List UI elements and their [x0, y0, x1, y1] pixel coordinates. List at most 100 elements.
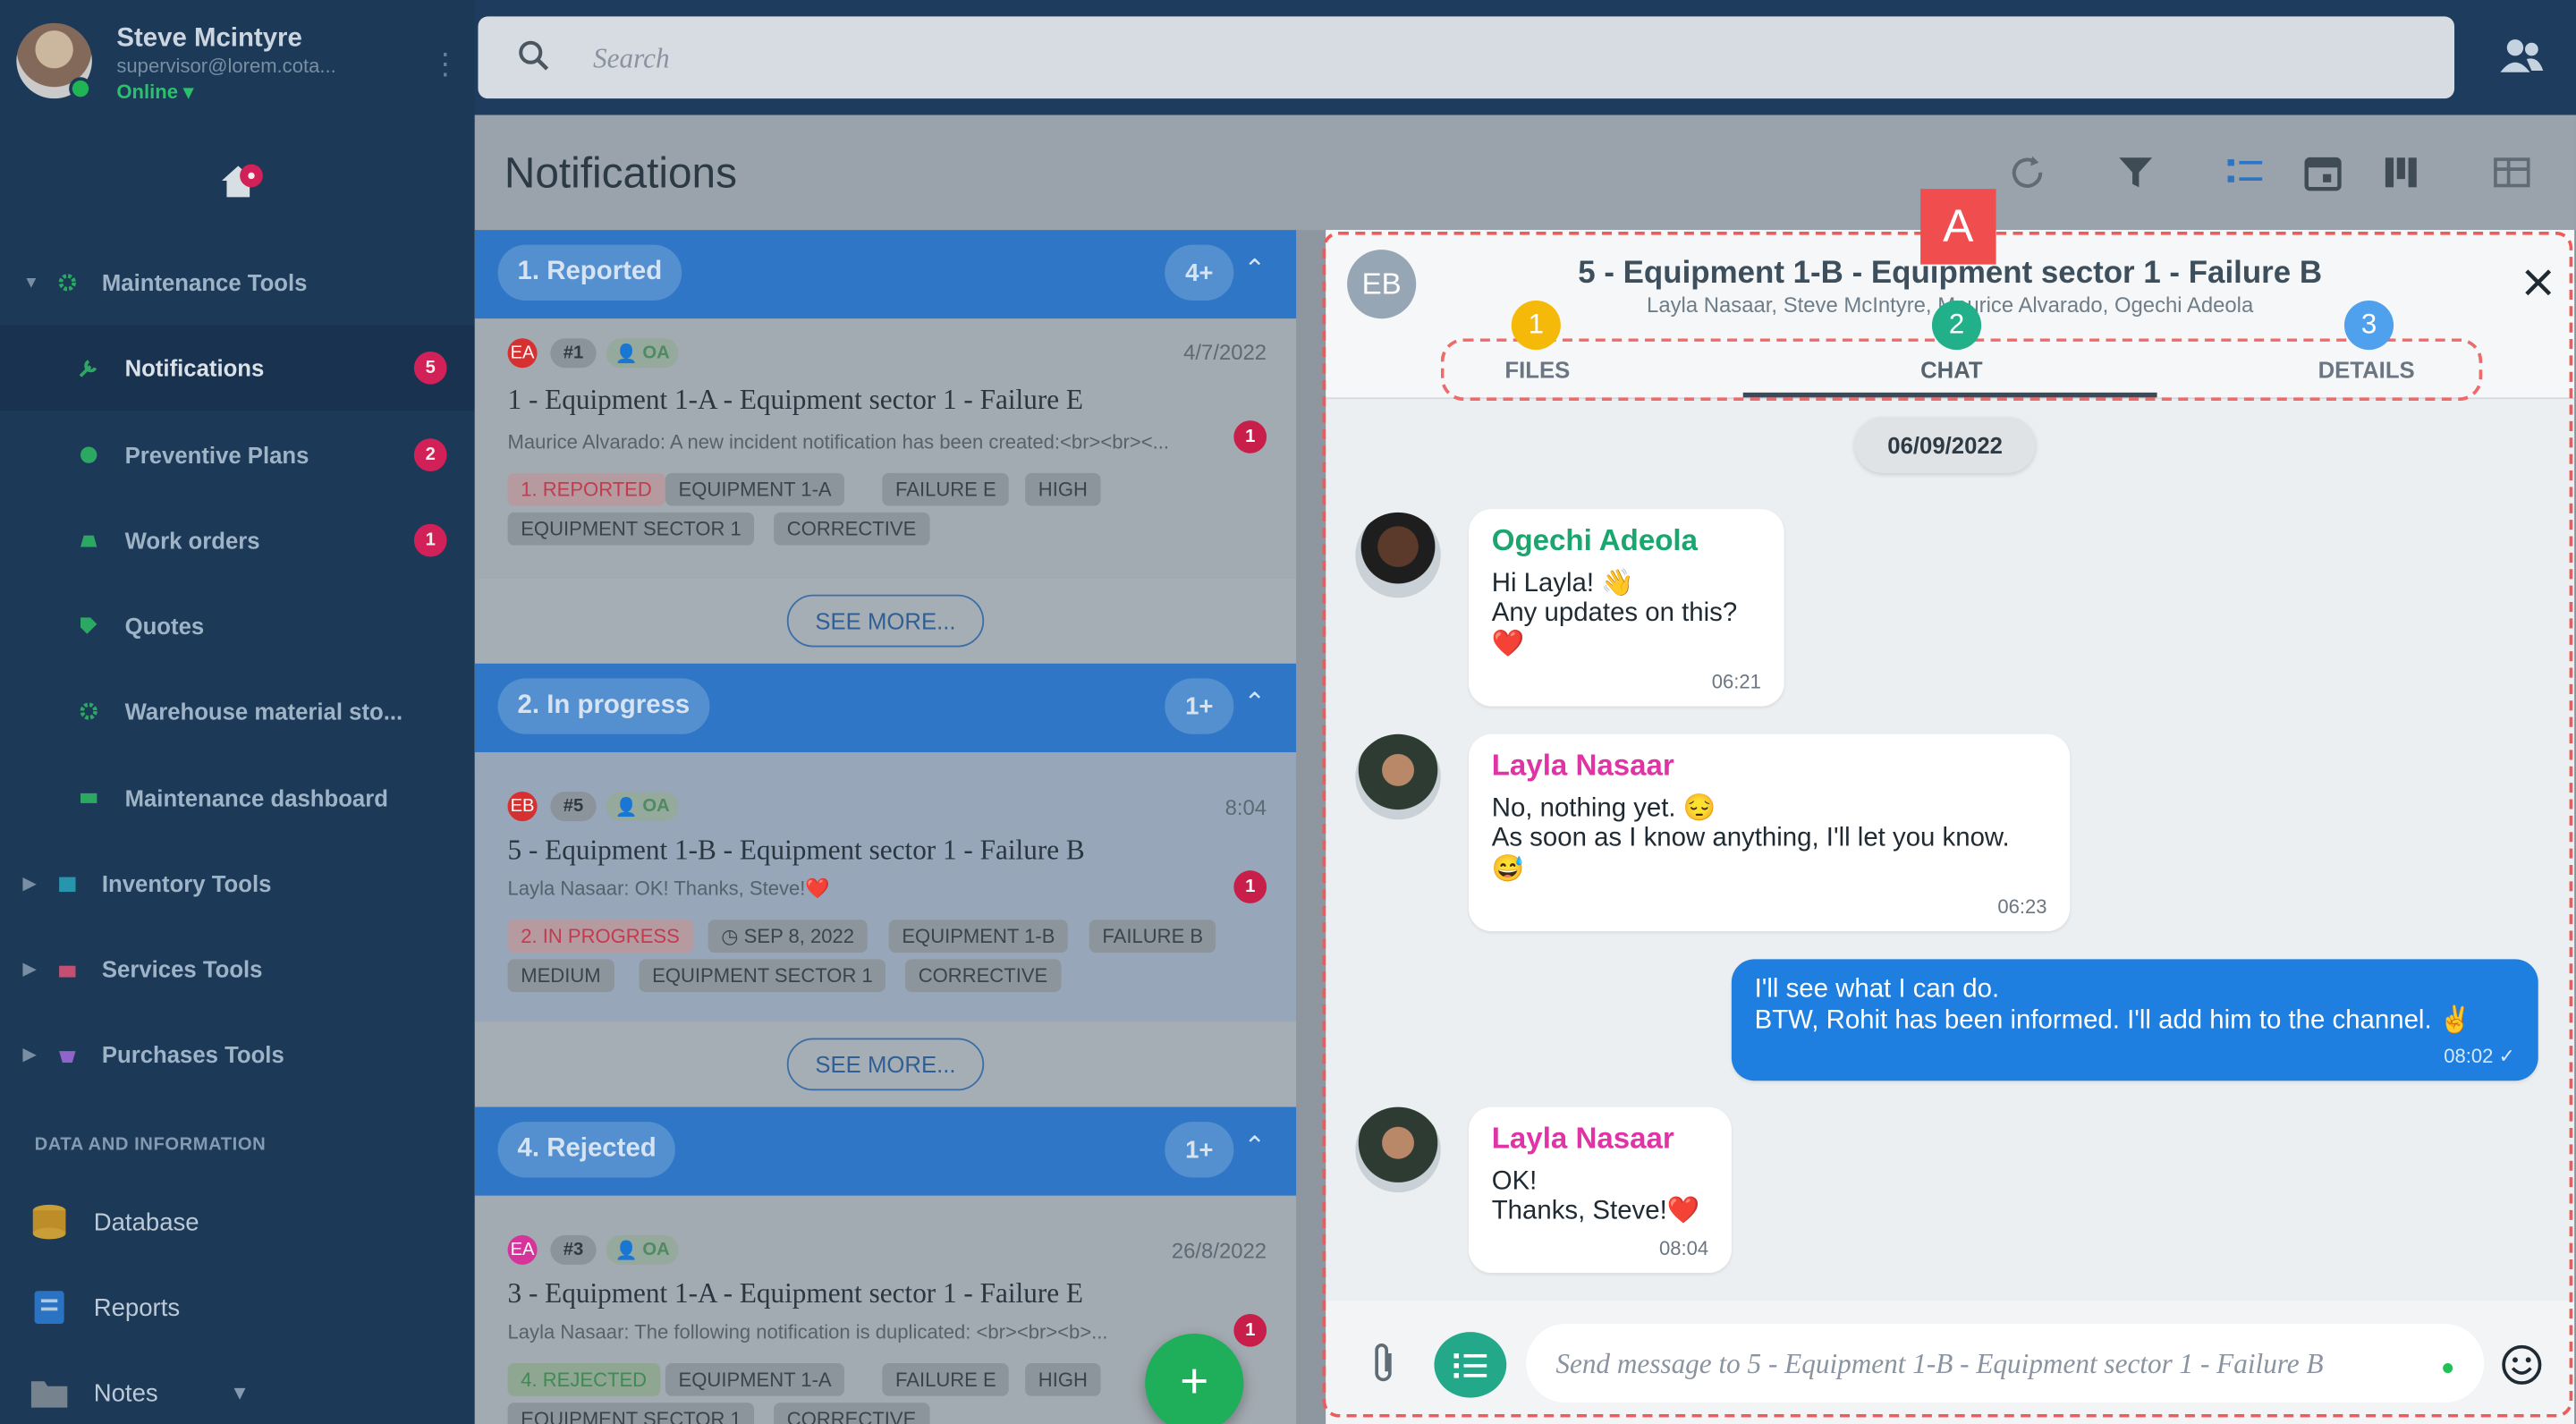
card-date: 8:04 [1224, 794, 1267, 820]
calendar-icon[interactable] [2301, 151, 2344, 194]
notifications-header: Notifications [474, 114, 2576, 231]
list-view-icon[interactable] [2223, 151, 2266, 194]
message-line: OK! [1491, 1166, 1538, 1195]
tag: EQUIPMENT SECTOR 1 [507, 512, 755, 546]
unread-badge: 1 [1233, 420, 1267, 453]
group-header-rejected[interactable]: 4. Rejected 1+ ⌃ [474, 1106, 1297, 1196]
sidebar-item-notifications[interactable]: Notifications 5 [0, 325, 475, 411]
card-title: 3 - Equipment 1-A - Equipment sector 1 -… [507, 1277, 1083, 1310]
notification-card-selected[interactable]: EB #5 👤 OA 8:04 5 - Equipment 1-B - Equi… [474, 751, 1297, 1022]
sidebar-item-database[interactable]: Database [0, 1179, 475, 1264]
see-more-button[interactable]: SEE MORE... [786, 1038, 985, 1091]
search-input[interactable]: Search [593, 43, 670, 76]
chevron-up-icon[interactable]: ⌃ [1243, 687, 1266, 720]
sidebar-item-preventive-plans[interactable]: Preventive Plans 2 [0, 412, 475, 497]
chevron-up-icon[interactable]: ⌃ [1243, 1130, 1266, 1163]
sidebar-item-quotes[interactable]: Quotes [0, 583, 475, 668]
close-icon[interactable] [2521, 266, 2555, 299]
user-name: Steve Mcintyre [116, 24, 302, 53]
chat-panel: EB 5 - Equipment 1-B - Equipment sector … [1326, 230, 2575, 1424]
unread-badge: 1 [1233, 1313, 1267, 1347]
add-notification-button[interactable]: + [1145, 1333, 1244, 1424]
message-time: 08:04 [1659, 1235, 1709, 1259]
caret-down-icon: ▼ [22, 273, 39, 292]
annotation-label-A: A [1920, 189, 1996, 265]
priority-tag: HIGH [1025, 1363, 1101, 1396]
sidebar-group-purchases[interactable]: ▶ Purchases Tools [0, 1012, 475, 1097]
notification-card[interactable]: EA #1 👤 OA 4/7/2022 1 - Equipment 1-A - … [474, 318, 1297, 579]
kanban-icon[interactable] [2380, 151, 2423, 194]
tag: EQUIPMENT SECTOR 1 [639, 959, 886, 993]
chevron-up-icon[interactable]: ⌃ [1243, 253, 1266, 286]
home-icon[interactable] [218, 159, 267, 202]
see-more-button[interactable]: SEE MORE... [786, 594, 985, 648]
sidebar-item-work-orders[interactable]: Work orders 1 [0, 497, 475, 582]
paperclip-icon[interactable] [1365, 1340, 1401, 1386]
cog-icon [80, 702, 97, 720]
message-sender: Ogechi Adeola [1491, 523, 1698, 557]
group-label: 1. Reported [497, 244, 682, 301]
sidebar-group-maintenance[interactable]: ▼ Maintenance Tools [0, 240, 475, 325]
tag: CORRECTIVE [774, 512, 929, 546]
people-icon[interactable] [2499, 36, 2545, 75]
group-header-reported[interactable]: 1. Reported 4+ ⌃ [474, 230, 1297, 319]
chat-date-separator: 06/09/2022 [1854, 417, 2036, 473]
report-icon [34, 1291, 64, 1324]
avatar-layla [1355, 733, 1441, 820]
card-description: Layla Nasaar: The following notification… [507, 1320, 1108, 1344]
sidebar-group-label: Purchases Tools [101, 1041, 284, 1068]
filter-icon[interactable] [2114, 151, 2157, 194]
notification-number: #1 [550, 338, 597, 369]
status-tag: 1. REPORTED [507, 472, 665, 506]
tag: EQUIPMENT 1-A [665, 472, 845, 506]
notifications-column: 1. Reported 4+ ⌃ EA #1 👤 OA 4/7/2022 1 -… [474, 230, 1297, 1424]
table-view-icon[interactable] [2490, 151, 2533, 194]
tag: EQUIPMENT 1-B [888, 920, 1069, 953]
user-status-dropdown[interactable]: Online ▾ [116, 81, 193, 104]
group-count: 4+ [1165, 244, 1234, 301]
message-bubble: Layla Nasaar No, nothing yet. 😔 As soon … [1469, 733, 2071, 932]
sidebar-item-warehouse[interactable]: Warehouse material sto... [0, 668, 475, 753]
caret-down-icon: ▼ [230, 1381, 250, 1404]
unread-badge: 1 [1233, 870, 1267, 903]
tag: EQUIPMENT 1-A [665, 1363, 845, 1396]
priority-tag: HIGH [1025, 472, 1101, 506]
user-email: supervisor@lorem.cota... [116, 54, 336, 78]
sidebar-group-label: Services Tools [101, 955, 263, 983]
sidebar-group-inventory[interactable]: ▶ Inventory Tools [0, 841, 475, 926]
user-profile[interactable]: Steve Mcintyre supervisor@lorem.cota... … [16, 22, 460, 106]
search-bar[interactable]: Search [478, 16, 2455, 99]
status-tag: 4. REJECTED [507, 1363, 660, 1396]
sidebar-group-label: Inventory Tools [101, 870, 272, 897]
refresh-icon[interactable] [2006, 151, 2049, 194]
sidebar-item-label: Database [93, 1208, 199, 1236]
card-title: 5 - Equipment 1-B - Equipment sector 1 -… [507, 834, 1085, 866]
sidebar-item-label: Notes [93, 1378, 158, 1407]
message-input[interactable]: Send message to 5 - Equipment 1-B - Equi… [1526, 1323, 2485, 1403]
globe-icon [80, 446, 97, 463]
tag: CORRECTIVE [774, 1403, 929, 1424]
list-icon [1453, 1353, 1487, 1378]
quick-replies-button[interactable] [1434, 1332, 1507, 1398]
sidebar-item-label: Notifications [124, 354, 265, 381]
card-title: 1 - Equipment 1-A - Equipment sector 1 -… [507, 384, 1083, 416]
thumbs-up-icon [59, 965, 76, 978]
sidebar-item-maintenance-dashboard[interactable]: Maintenance dashboard [0, 756, 475, 841]
sidebar-group-label: Maintenance Tools [101, 269, 308, 296]
folder-icon [30, 1381, 68, 1408]
message-time: 08:02 ✓ [2444, 1043, 2515, 1067]
emoji-icon[interactable] [2500, 1343, 2543, 1386]
message-line: As soon as I know anything, I'll let you… [1491, 824, 2010, 852]
group-header-in-progress[interactable]: 2. In progress 1+ ⌃ [474, 663, 1297, 752]
step-marker-1: 1 [1511, 301, 1561, 351]
sidebar-item-notes[interactable]: Notes ▼ [0, 1350, 475, 1424]
gear-icon [58, 274, 76, 292]
sidebar-item-reports[interactable]: Reports [0, 1265, 475, 1350]
card-description: Maurice Alvarado: A new incident notific… [507, 430, 1169, 453]
chat-composer: Send message to 5 - Equipment 1-B - Equi… [1326, 1301, 2575, 1424]
message-line: I'll see what I can do. [1754, 975, 2000, 1004]
message-line: Any updates on this? [1491, 599, 1738, 628]
more-vertical-icon[interactable]: ⋮ [430, 49, 460, 79]
sidebar-group-services[interactable]: ▶ Services Tools [0, 927, 475, 1012]
message-input-placeholder: Send message to 5 - Equipment 1-B - Equi… [1555, 1348, 2324, 1380]
